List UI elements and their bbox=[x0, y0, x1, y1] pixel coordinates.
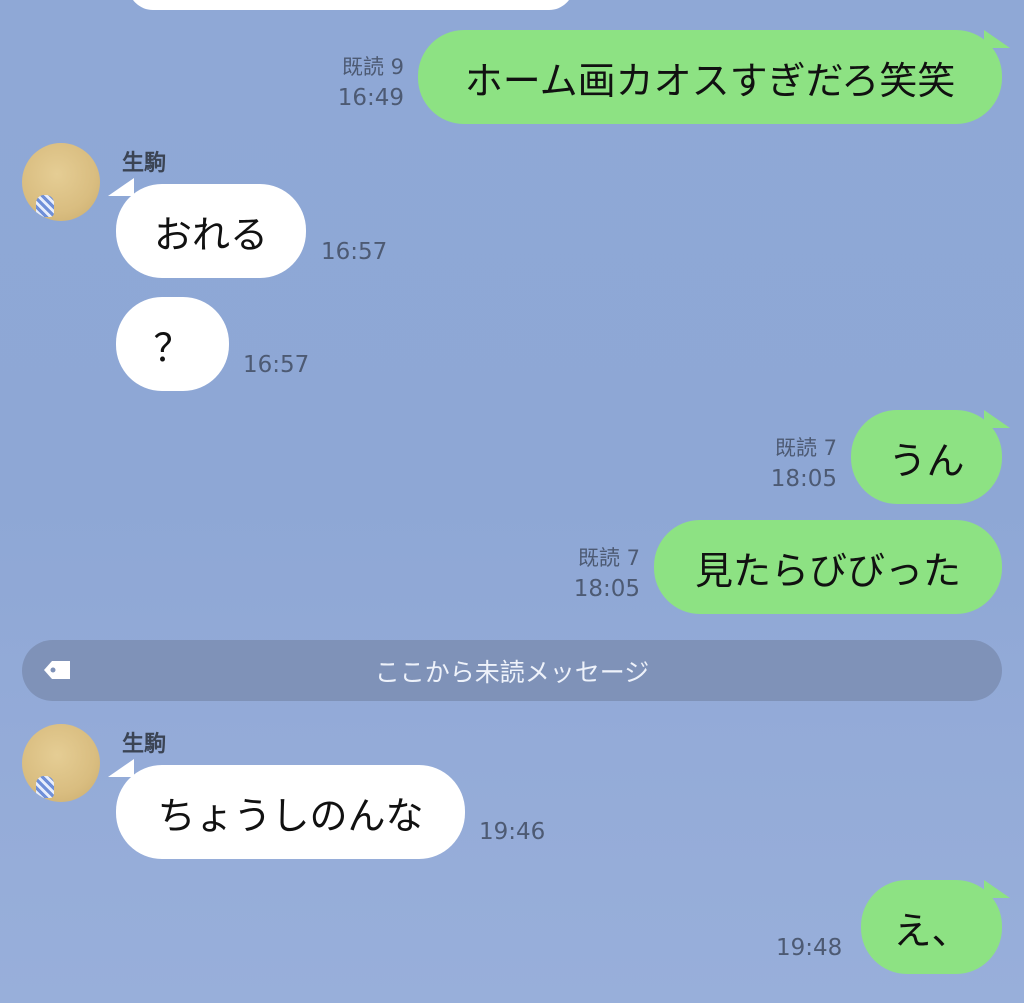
avatar[interactable] bbox=[22, 724, 100, 802]
bubble-tail bbox=[108, 759, 134, 777]
read-receipt: 既読 9 bbox=[341, 55, 404, 79]
sender-name: 生駒 bbox=[122, 732, 167, 757]
bubble-tail bbox=[108, 178, 134, 196]
bubble-tail bbox=[984, 880, 1010, 898]
message-meta: 既読 7 18:05 bbox=[545, 543, 640, 605]
message-bubble-outgoing[interactable]: え、 bbox=[861, 880, 1002, 974]
message-time: 16:57 bbox=[243, 352, 310, 378]
message-meta: 既読 7 18:05 bbox=[740, 433, 837, 495]
bubble-tail bbox=[984, 30, 1010, 48]
message-time: 19:48 bbox=[776, 935, 843, 961]
message-bubble-incoming[interactable]: ？ bbox=[116, 297, 229, 391]
message-time: 19:46 bbox=[479, 819, 546, 845]
unread-divider-label: ここから未読メッセージ bbox=[374, 657, 650, 687]
unread-divider: ここから未読メッセージ bbox=[22, 640, 1002, 701]
avatar[interactable] bbox=[22, 143, 100, 221]
read-receipt: 既読 7 bbox=[577, 546, 640, 570]
chat-view: 既読 9 16:49 ホーム画カオスすぎだろ笑笑 生駒 おれる 16:57 ？ … bbox=[0, 0, 1024, 1003]
message-bubble-cutoff[interactable] bbox=[128, 0, 574, 10]
message-bubble-outgoing[interactable]: うん bbox=[851, 410, 1002, 504]
message-meta: 既読 9 16:49 bbox=[300, 52, 404, 114]
tag-icon bbox=[44, 661, 70, 679]
bubble-tail bbox=[984, 410, 1010, 428]
message-time: 18:05 bbox=[770, 466, 837, 492]
message-time: 18:05 bbox=[573, 576, 640, 602]
message-time: 16:57 bbox=[321, 239, 388, 265]
read-receipt: 既読 7 bbox=[774, 436, 837, 460]
message-time: 16:49 bbox=[337, 85, 404, 111]
message-bubble-incoming[interactable]: ちょうしのんな bbox=[116, 765, 465, 859]
message-bubble-incoming[interactable]: おれる bbox=[116, 184, 306, 278]
message-bubble-outgoing[interactable]: 見たらびびった bbox=[654, 520, 1002, 614]
sender-name: 生駒 bbox=[122, 151, 167, 176]
message-bubble-outgoing[interactable]: ホーム画カオスすぎだろ笑笑 bbox=[418, 30, 1002, 124]
